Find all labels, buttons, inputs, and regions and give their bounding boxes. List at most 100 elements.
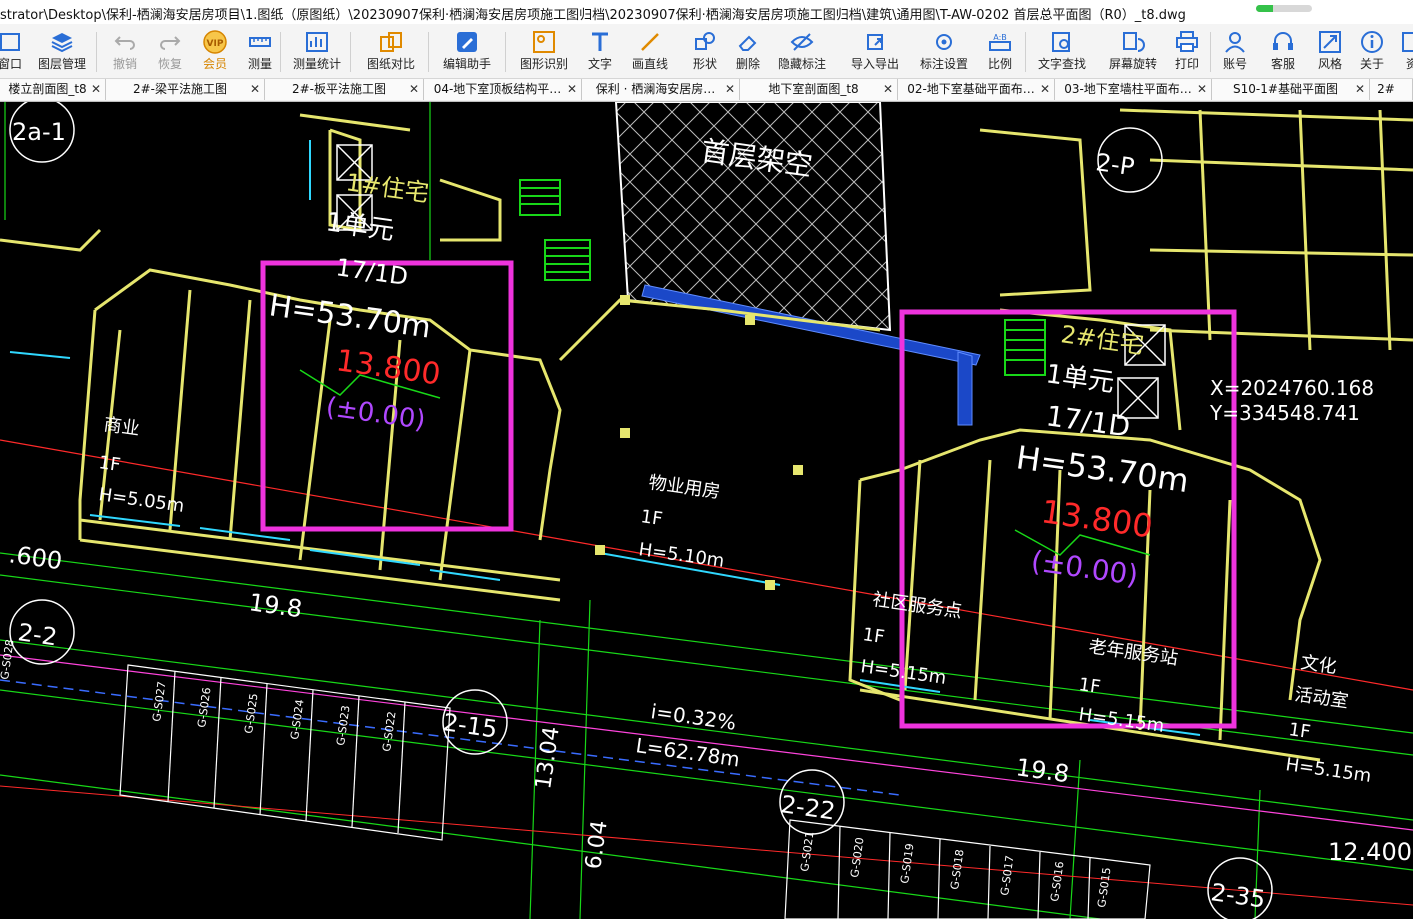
close-tab-icon[interactable]: ✕ [409, 79, 419, 100]
toolbar-button-measure[interactable]: 测量 [240, 24, 280, 78]
close-tab-icon[interactable]: ✕ [883, 79, 893, 100]
parking-label: G-S015 [1095, 867, 1114, 909]
cad-drawing: 2a-1 2-2 2-15 2-22 2-35 2-P 1#住宅 1单元 17/… [0, 102, 1413, 919]
document-tab[interactable]: S10-1#基础平面图 ✕ [1212, 79, 1370, 100]
close-tab-icon[interactable]: ✕ [91, 79, 101, 100]
toolbar-button-vip[interactable]: VIP 会员 [195, 24, 235, 78]
document-tab-label: 03-地下室墙柱平面布… [1064, 82, 1192, 96]
toolbar-button-more[interactable]: 资 [1397, 24, 1413, 78]
toolbar-button-annotation-settings[interactable]: 标注设置 [912, 24, 976, 78]
shape-icon [692, 29, 718, 55]
toolbar-button-label: 比例 [987, 57, 1012, 71]
toolbar-button-shape[interactable]: 形状 [683, 24, 727, 78]
toolbar-button-headset[interactable]: 客服 [1263, 24, 1303, 78]
toolbar-button-measure-stats[interactable]: 测量统计 [290, 24, 344, 78]
toolbar-button-layers[interactable]: 图层管理 [30, 24, 94, 78]
style-icon [1317, 29, 1343, 55]
document-tab[interactable]: 2#-梁平法施工图 ✕ [106, 79, 265, 100]
toolbar-button-label: 图层管理 [37, 57, 86, 71]
edit-assistant-icon [454, 29, 480, 55]
toolbar-button-import-export[interactable]: 导入导出 [843, 24, 907, 78]
loading-progress-bar [1256, 5, 1312, 12]
dim-604: 6.04 [581, 819, 613, 871]
toolbar-button-style[interactable]: 风格 [1310, 24, 1350, 78]
eye-hide-icon [789, 29, 815, 55]
document-tab[interactable]: 03-地下室墙柱平面布… ✕ [1055, 79, 1212, 100]
document-tab[interactable]: 保利 · 栖澜海安居房… ✕ [582, 79, 740, 100]
toolbar-button-eye-hide[interactable]: 隐藏标注 [770, 24, 834, 78]
close-tab-icon[interactable]: ✕ [725, 79, 735, 100]
measure-icon [247, 29, 273, 55]
toolbar-button-compare[interactable]: 图纸对比 [362, 24, 420, 78]
toolbar-button-redo[interactable]: 恢复 [150, 24, 190, 78]
parking-label: G-S024 [288, 699, 307, 741]
vip-icon: VIP [202, 29, 228, 55]
toolbar-button-print[interactable]: 打印 [1167, 24, 1207, 78]
document-tab[interactable]: 04-地下室顶板结构平… ✕ [424, 79, 582, 100]
drainage-ditch-vertical [957, 351, 973, 426]
toolbar-button-text-search[interactable]: 文字查找 [1033, 24, 1091, 78]
print-icon [1174, 29, 1200, 55]
toolbar-button-label: 账号 [1222, 57, 1247, 71]
toolbar-separator [1025, 32, 1026, 72]
window-icon [0, 29, 23, 55]
toolbar-button-edit-assistant[interactable]: 编辑助手 [438, 24, 496, 78]
account-icon [1222, 29, 1248, 55]
document-tab[interactable]: 2# [1370, 79, 1413, 100]
toolbar-button-label: 隐藏标注 [777, 57, 826, 71]
toolbar-button-text[interactable]: 文字 [578, 24, 622, 78]
line-icon [637, 29, 663, 55]
toolbar-button-label: 导入导出 [850, 57, 899, 71]
toolbar-button-label: 窗口 [0, 57, 22, 71]
measure-stats-icon [304, 29, 330, 55]
toolbar-button-label: 编辑助手 [442, 57, 491, 71]
community-floor: 1F [861, 624, 886, 648]
document-tab[interactable]: 02-地下室基础平面布… ✕ [898, 79, 1055, 100]
toolbar-button-eraser[interactable]: 删除 [728, 24, 768, 78]
document-tab[interactable]: 2#-板平法施工图 ✕ [265, 79, 424, 100]
axis-label-2p: 2-P [1094, 148, 1136, 181]
toolbar-separator [350, 32, 351, 72]
toolbar-button-label: 标注设置 [919, 57, 968, 71]
document-tab-label: 2# [1377, 82, 1395, 96]
close-tab-icon[interactable]: ✕ [1355, 79, 1365, 100]
toolbar-button-scale[interactable]: A:B 比例 [980, 24, 1020, 78]
toolbar-separator [280, 32, 281, 72]
unit-right-sub: 1单元 [1044, 359, 1116, 398]
culture-label-b: 活动室 [1293, 684, 1349, 712]
culture-height: H=5.15m [1284, 754, 1372, 787]
unit-left-sub: 1单元 [324, 207, 396, 246]
document-tab[interactable]: 楼立剖面图_t8 ✕ [0, 79, 106, 100]
toolbar-button-label: 客服 [1270, 57, 1295, 71]
toolbar-button-label: 屏幕旋转 [1108, 57, 1157, 71]
toolbar-button-label: 测量统计 [292, 57, 341, 71]
parking-label: G-S022 [380, 711, 399, 753]
cad-drawing-canvas[interactable]: 2a-1 2-2 2-15 2-22 2-35 2-P 1#住宅 1单元 17/… [0, 102, 1413, 919]
parking-label: G-S016 [1048, 861, 1067, 903]
close-tab-icon[interactable]: ✕ [250, 79, 260, 100]
zero-level-right: (±0.00) [1029, 544, 1140, 592]
document-tab[interactable]: 地下室剖面图_t8 ✕ [740, 79, 898, 100]
toolbar-button-undo[interactable]: 撤销 [105, 24, 145, 78]
toolbar-button-window[interactable]: 窗口 [0, 24, 28, 78]
toolbar-button-line[interactable]: 画直线 [625, 24, 675, 78]
property-floor: 1F [639, 506, 664, 530]
slope-ratio: i=0.32% [649, 699, 737, 735]
svg-text:VIP: VIP [207, 39, 224, 49]
height-right: H=53.70m [1014, 438, 1191, 500]
eraser-icon [735, 29, 761, 55]
svg-text:A:B: A:B [993, 33, 1007, 42]
toolbar-button-account[interactable]: 账号 [1215, 24, 1255, 78]
toolbar-button-label: 风格 [1317, 57, 1342, 71]
axis-label-22: 2-2 [16, 618, 59, 651]
close-tab-icon[interactable]: ✕ [1040, 79, 1050, 100]
toolbar-button-shape-recognize[interactable]: 图形识别 [515, 24, 573, 78]
toolbar-button-label: 删除 [735, 57, 760, 71]
toolbar-button-info[interactable]: 关于 [1354, 24, 1390, 78]
close-tab-icon[interactable]: ✕ [1197, 79, 1207, 100]
document-tab-label: 保利 · 栖澜海安居房… [595, 82, 716, 96]
parking-label: G-S018 [948, 849, 967, 891]
close-tab-icon[interactable]: ✕ [567, 79, 577, 100]
toolbar-button-rotate-screen[interactable]: 屏幕旋转 [1102, 24, 1164, 78]
unit-right-floors: 17/1D [1044, 399, 1132, 443]
